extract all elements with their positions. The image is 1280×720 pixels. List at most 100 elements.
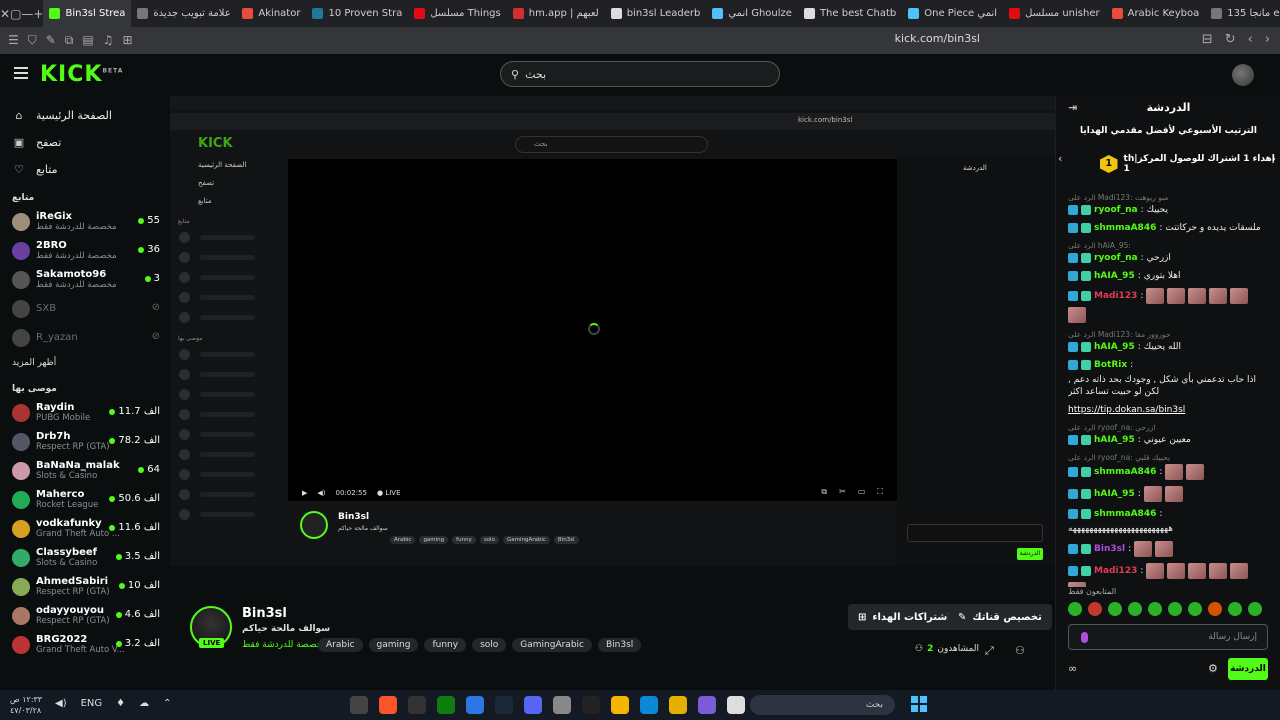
stream-tag[interactable]: solo	[472, 638, 507, 652]
channel-item[interactable]: Classybeef Slots & Casino 3.5 الف	[0, 543, 170, 572]
cloud-icon[interactable]: ☁	[139, 698, 149, 709]
chat-username[interactable]: Bin3sl	[1094, 543, 1125, 555]
chat-link[interactable]: https://tip.dokan.sa/bin3sl	[1068, 404, 1185, 416]
channel-item[interactable]: BaNaNa_malak Slots & Casino 64	[0, 456, 170, 485]
chat-username[interactable]: hAIA_95	[1094, 434, 1135, 446]
channel-item[interactable]: Raydin PUBG Mobile 11.7 الف	[0, 398, 170, 427]
sidebar-nav-item[interactable]: ♡ متابع	[0, 156, 170, 183]
app-icon[interactable]	[727, 696, 745, 714]
forward-icon[interactable]: ›	[1265, 32, 1270, 47]
emote-icon[interactable]	[1068, 602, 1082, 616]
menu-icon[interactable]: ☰	[8, 33, 19, 48]
sidebar-icon[interactable]: ▤	[82, 33, 93, 48]
channel-item[interactable]: AhmedSabiri Respect RP (GTA) 10 الف	[0, 572, 170, 601]
stream-tag[interactable]: gaming	[368, 638, 419, 652]
xbox-app-icon[interactable]	[437, 696, 455, 714]
shield-icon[interactable]: ⛉	[28, 33, 37, 48]
emote-icon[interactable]	[1128, 602, 1142, 616]
hamburger-menu-icon[interactable]	[14, 67, 28, 79]
browser-tab[interactable]: مسلسل Things	[408, 0, 506, 27]
browser-tab[interactable]: One Piece انمي	[902, 0, 1003, 27]
steam-app-icon[interactable]	[495, 696, 513, 714]
emote-icon[interactable]	[1108, 602, 1122, 616]
mic-icon[interactable]	[1081, 632, 1088, 643]
channel-item[interactable]: Drb7h Respect RP (GTA) 78.2 الف	[0, 427, 170, 456]
settings-icon[interactable]: ⚙	[1208, 662, 1218, 675]
emote-icon[interactable]	[1088, 602, 1102, 616]
chat-username[interactable]: hAIA_95	[1094, 488, 1135, 500]
volume-icon[interactable]: ◀)	[317, 489, 325, 497]
channel-item[interactable]: SXB ⊘	[0, 294, 170, 323]
channel-item[interactable]: Sakamoto96 مخصصة للدردشة فقط 3	[0, 265, 170, 294]
chat-username[interactable]: BotRix	[1094, 359, 1127, 371]
emote-icon[interactable]	[1148, 602, 1162, 616]
browser-tab[interactable]: Bin3sl Strea	[43, 0, 132, 27]
channel-item[interactable]: BRG2022 Grand Theft Auto V... 3.2 الف	[0, 630, 170, 659]
app-icon[interactable]	[466, 696, 484, 714]
bookmark-icon[interactable]: ⊟	[1202, 32, 1213, 47]
browser-tab[interactable]: انمي Ghoulze	[706, 0, 798, 27]
share-icon[interactable]: ⤢	[985, 644, 994, 658]
fullscreen-icon[interactable]: ⛶	[877, 487, 883, 497]
theater-icon[interactable]: ▭	[858, 487, 866, 497]
obs-app-icon[interactable]	[408, 696, 426, 714]
channel-item[interactable]: odayyouyou Respect RP (GTA) 4.6 الف	[0, 601, 170, 630]
play-icon[interactable]: ▶	[302, 489, 307, 497]
chat-username[interactable]: Madi123	[1094, 290, 1137, 302]
emote-icon[interactable]	[1168, 602, 1182, 616]
stream-tag[interactable]: GamingArabic	[512, 638, 592, 652]
browser-tab[interactable]: Arabic Keyboa	[1106, 0, 1206, 27]
screenshot-icon[interactable]: ⧉	[65, 33, 74, 48]
settings-app-icon[interactable]	[350, 696, 368, 714]
stream-tag[interactable]: funny	[424, 638, 467, 652]
collapse-chat-icon[interactable]: ⇥	[1068, 96, 1077, 120]
windows-start-icon[interactable]	[911, 696, 927, 712]
edge-app-icon[interactable]	[640, 696, 658, 714]
app-icon[interactable]	[698, 696, 716, 714]
music-icon[interactable]: ♫	[103, 33, 114, 48]
lang-indicator[interactable]: ENG	[81, 698, 103, 709]
chat-username[interactable]: shmmaA846	[1094, 222, 1156, 234]
points-icon[interactable]: ∞	[1068, 662, 1077, 675]
taskbar-search[interactable]: بحث	[750, 695, 895, 715]
stream-category[interactable]: مخصصة للدردشة فقط	[242, 640, 327, 650]
paint-icon[interactable]: ✎	[46, 33, 56, 48]
discord-app-icon[interactable]	[524, 696, 542, 714]
browser-tab[interactable]: hm.app | لعبهم	[507, 0, 605, 27]
clock[interactable]: ١٢:٣٣ ص ٤٧/٠٣/٢٨	[10, 694, 42, 716]
reload-icon[interactable]: ↻	[1225, 32, 1236, 47]
video-player[interactable]: ▶ ◀) 00:02:55 ● LIVE ⧉ ✂ ▭ ⛶	[288, 159, 897, 501]
browser-tab[interactable]: مسلسل unisher	[1003, 0, 1106, 27]
browser-tab[interactable]: علامة تبويب جديدة	[131, 0, 236, 27]
kick-logo[interactable]: KICKBETA	[40, 62, 123, 87]
sidebar-nav-item[interactable]: ▣ تصفح	[0, 129, 170, 156]
channel-item[interactable]: vodkafunky Grand Theft Auto ... 11.6 الف	[0, 514, 170, 543]
epic-app-icon[interactable]	[582, 696, 600, 714]
chat-input[interactable]: إرسال رسالة	[1068, 624, 1268, 650]
browser-tab[interactable]: The best Chatb	[798, 0, 902, 27]
chevron-up-icon[interactable]: ⌃	[163, 698, 171, 709]
chat-username[interactable]: hAIA_95	[1094, 341, 1135, 353]
emote-icon[interactable]	[1228, 602, 1242, 616]
restore-window-icon[interactable]: ▢	[10, 0, 21, 27]
app-icon[interactable]	[553, 696, 571, 714]
chevron-left-icon[interactable]: ‹	[1058, 152, 1062, 165]
pip-icon[interactable]: ⧉	[821, 487, 827, 497]
clip-icon[interactable]: ✂	[839, 487, 846, 497]
emote-icon[interactable]	[1188, 602, 1202, 616]
emote-icon[interactable]	[1248, 602, 1262, 616]
user-avatar[interactable]	[1232, 64, 1254, 86]
back-icon[interactable]: ‹	[1248, 32, 1253, 47]
channel-item[interactable]: 2BRO مخصصة للدردشة فقط 36	[0, 236, 170, 265]
files-app-icon[interactable]	[669, 696, 687, 714]
search-input[interactable]: ⚲ بحث	[500, 61, 780, 87]
chat-send-button[interactable]: الدردشة	[1228, 658, 1268, 680]
emote-icon[interactable]	[1208, 602, 1222, 616]
brave-app-icon[interactable]	[379, 696, 397, 714]
close-window-icon[interactable]: ✕	[0, 0, 10, 27]
customize-channel-button[interactable]: ✎ تخصيص قناتك	[948, 604, 1052, 630]
chat-username[interactable]: ryoof_na	[1094, 204, 1138, 216]
channel-item[interactable]: iReGix مخصصة للدردشة فقط 55	[0, 207, 170, 236]
stream-tag[interactable]: Arabic	[318, 638, 363, 652]
chat-username[interactable]: shmmaA846	[1094, 508, 1156, 520]
